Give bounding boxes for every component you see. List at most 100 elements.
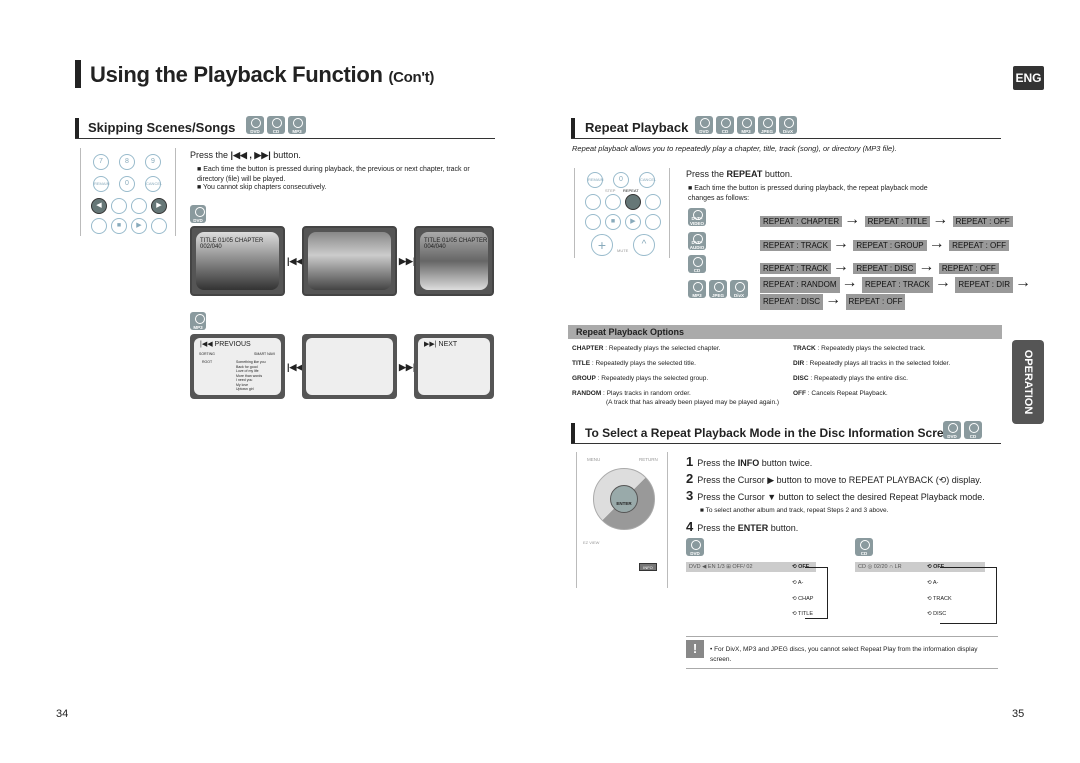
divider (571, 443, 1001, 444)
option-chapter: CHAPTER : Repeatedly plays the selected … (572, 345, 721, 352)
option-title: TITLE : Repeatedly plays the selected ti… (572, 360, 696, 367)
remote-illustration: 7 8 9 REMAIN 0 CANCEL ◀ ▶ ■ ▶ (80, 148, 176, 236)
button-9: 9 (145, 154, 161, 170)
disc-icons-disc-info: DVD CD (943, 421, 985, 439)
cd-disc-icon: CD (267, 116, 285, 134)
note-text: • For DivX, MP3 and JPEG discs, you cann… (710, 646, 978, 663)
section-title-repeat: Repeat Playback (585, 120, 689, 135)
dvd-label-icon: DVD (190, 205, 209, 223)
note-bottom-rule (686, 668, 998, 669)
skip-instruction: Press the |◀◀ , ▶▶| button. (190, 150, 301, 160)
skip-bullet-2: ■ You cannot skip chapters consecutively… (197, 184, 327, 191)
play-button: ▶ (131, 218, 147, 234)
dvd-info-icon: DVD (686, 538, 707, 556)
operation-side-tab: OPERATION (1012, 340, 1044, 424)
repeat-instruction: Press the REPEAT button. (686, 169, 793, 179)
mute-label: MUTE (617, 248, 629, 253)
fast-forward-button (645, 214, 661, 230)
prev-arrow: |◀◀ (287, 256, 304, 266)
warning-icon: ! (686, 640, 704, 658)
sequence-dvd-video: REPEAT : CHAPTER → REPEAT : TITLE → REPEAT… (760, 211, 1015, 229)
cancel-button: CANCEL (639, 172, 656, 188)
repeat-button (131, 198, 147, 214)
rewind-button (585, 214, 601, 230)
section-title-skipping: Skipping Scenes/Songs (88, 120, 236, 135)
page-number-left: 34 (56, 708, 69, 720)
cd-cycle-line (940, 567, 997, 624)
repeat-label: REPEAT (623, 188, 639, 193)
dvd-cycle-line (805, 567, 828, 619)
mp3-jpeg-divx-icons: MP3 JPEG DivX (688, 280, 751, 298)
option-track: TRACK : Repeatedly plays the selected tr… (793, 345, 926, 352)
remain-button: REMAIN (587, 172, 604, 188)
divider (571, 138, 1001, 139)
stop-button: ■ (605, 214, 621, 230)
fast-forward-button (151, 218, 167, 234)
menu-label: MENU (587, 457, 601, 462)
dvd-disc-icon: DVD (246, 116, 264, 134)
disc-icons-repeat: DVD CD MP3 JPEG DivX (695, 116, 800, 134)
language-badge: ENG (1013, 66, 1044, 90)
dvd-mode-a: ⟲ A- (792, 580, 804, 586)
repeat-bullet: ■ Each time the button is pressed during… (688, 185, 928, 202)
rewind-button (91, 218, 107, 234)
section-mark (571, 118, 575, 138)
dvd-screen-previous: TITLE 01/05 CHAPTER 002/040 (190, 226, 285, 296)
next-arrow: ▶▶| (399, 256, 416, 266)
option-off: OFF : Cancels Repeat Playback. (793, 390, 888, 397)
repeat-intro: Repeat playback allows you to repeatedly… (572, 144, 897, 153)
enter-button: ENTER (610, 485, 638, 513)
return-label: RETURN (639, 457, 658, 462)
cd-info-icon: CD (855, 538, 876, 556)
title-bar-mark (75, 60, 81, 88)
stop-button: ■ (111, 218, 127, 234)
button-0: 0 (613, 172, 629, 188)
cd-icon: CD (688, 255, 709, 273)
mp3-prev-arrow: |◀◀ (287, 362, 304, 372)
cancel-button: CANCEL (145, 176, 162, 192)
mp3-label-icon: MP3 (190, 312, 209, 330)
section-title-disc-info: To Select a Repeat Playback Mode in the … (585, 426, 958, 440)
section-mark (571, 423, 575, 443)
option-dir: DIR : Repeatedly plays all tracks in the… (793, 360, 951, 367)
button-8: 8 (119, 154, 135, 170)
mp3-screen-previous: |◀◀ PREVIOUS SORTING SMART NAVI ROOT Some… (190, 334, 285, 399)
info-button: INFO (639, 563, 657, 571)
tuning-up-button: ^ (633, 234, 655, 256)
disc-icons-skipping: DVD CD MP3 (246, 116, 309, 134)
option-random-note: (A track that has already been played ma… (606, 399, 780, 406)
sequence-mp3: REPEAT : RANDOM → REPEAT : TRACK → REPEAT … (760, 275, 1031, 310)
option-disc: DISC : Repeatedly plays the entire disc. (793, 375, 908, 382)
step-4: 4 Press the ENTER button. (686, 519, 799, 534)
sequence-cd: REPEAT : TRACK → REPEAT : DISC → REPEAT : … (760, 258, 1001, 276)
step-3: 3 Press the Cursor ▼ button to select the… (686, 488, 985, 503)
step-1: 1 Press the INFO button twice. (686, 454, 813, 469)
skip-back-button: ◀ (91, 198, 107, 214)
remote-illustration-info: MENU RETURN ENTER EZ VIEW INFO (576, 452, 668, 588)
step-label: STEP (605, 188, 616, 193)
option-group: GROUP : Repeatedly plays the selected gr… (572, 375, 709, 382)
dvd-screen-current (302, 226, 397, 296)
divider (75, 138, 495, 139)
remote-illustration-repeat: REMAIN 0 CANCEL STEP REPEAT ■ ▶ + MUTE ^ (574, 168, 670, 258)
skip-forward-button: ▶ (151, 198, 167, 214)
page-number-right: 35 (1012, 708, 1025, 720)
button-7: 7 (93, 154, 109, 170)
step-button (111, 198, 127, 214)
play-button: ▶ (625, 214, 641, 230)
skip-bullet-1: ■ Each time the button is pressed during… (197, 166, 470, 183)
remain-button: REMAIN (93, 176, 110, 192)
mp3-screen-current (302, 334, 397, 399)
step-button (605, 194, 621, 210)
option-random: RANDOM : Plays tracks in random order. (572, 390, 691, 397)
cd-mode-a: ⟲ A- (927, 580, 939, 586)
options-header: Repeat Playback Options (568, 325, 1002, 339)
volume-up-button: + (591, 234, 613, 256)
step-2: 2 Press the Cursor ▶ button to move to RE… (686, 471, 982, 486)
page-title: Using the Playback Function (Con't) (90, 62, 435, 87)
note-top-rule (686, 636, 998, 637)
dvd-screen-next: TITLE 01/05 CHAPTER 004/040 (414, 226, 494, 296)
button-0: 0 (119, 176, 135, 192)
section-mark (75, 118, 79, 138)
sequence-dvd-audio: REPEAT : TRACK → REPEAT : GROUP → REPEAT :… (760, 235, 1011, 253)
